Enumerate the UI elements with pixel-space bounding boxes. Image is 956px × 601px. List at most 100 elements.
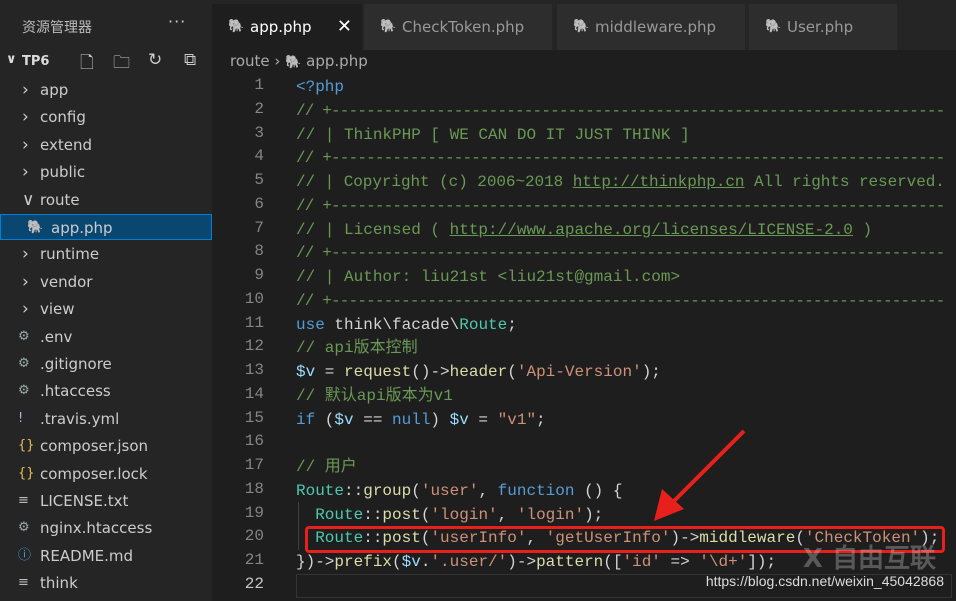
code-token[interactable]: http://www.apache.org/licenses/LICENSE-2… xyxy=(450,221,853,239)
project-header[interactable]: ∨ TP6 🗋 🗀 ↻ ⧉ xyxy=(0,50,212,74)
code-line[interactable]: })->prefix($v.'.user/')->pattern(['id' =… xyxy=(296,551,776,575)
code-token: // | ThinkPHP [ WE CAN DO IT JUST THINK … xyxy=(296,125,690,144)
tree-item-label: vendor xyxy=(40,272,93,291)
code-line[interactable]: // | Copyright (c) 2006~2018 http://thin… xyxy=(296,171,945,195)
line-number: 4 xyxy=(254,147,264,166)
code-line[interactable]: // api版本控制 xyxy=(296,337,418,361)
new-file-icon[interactable]: 🗋 xyxy=(80,50,94,79)
code-token: ([ xyxy=(603,553,623,572)
code-line[interactable]: Route::post('login', 'login'); xyxy=(296,504,603,528)
breadcrumb-folder[interactable]: route xyxy=(230,52,270,70)
tree-item-label: config xyxy=(40,108,86,127)
gear-icon: ⚙ xyxy=(18,520,30,536)
line-number: 3 xyxy=(254,123,264,142)
tab-bar: 🐘 app.php ✕ 🐘 CheckToken.php 🐘 middleware.php 🐘… xyxy=(212,0,956,50)
code-token: think\facade\ xyxy=(324,315,460,334)
tree-item--htaccess[interactable]: ⚙ .htaccess xyxy=(0,378,212,404)
code-token: () { xyxy=(574,481,623,500)
code-token: '.user/' xyxy=(430,553,508,572)
tree-item-vendor[interactable]: › vendor xyxy=(0,269,212,295)
code-token[interactable]: http://thinkphp.cn xyxy=(573,173,745,191)
code-token: '\d+' xyxy=(699,553,748,572)
code-token: $v xyxy=(401,553,421,572)
breadcrumb-file[interactable]: app.php xyxy=(306,52,368,70)
new-folder-icon[interactable]: 🗀 xyxy=(113,50,130,79)
tree-item-app-php[interactable]: 🐘 app.php xyxy=(0,214,212,240)
code-line[interactable]: // +------------------------------------… xyxy=(296,100,945,124)
code-token: )-> xyxy=(507,553,537,572)
tab-checktoken-php[interactable]: 🐘 CheckToken.php xyxy=(364,4,552,50)
tree-item-runtime[interactable]: › runtime xyxy=(0,241,212,267)
code-line[interactable]: // | ThinkPHP [ WE CAN DO IT JUST THINK … xyxy=(296,124,690,148)
code-line[interactable]: // 默认api版本为v1 xyxy=(296,385,453,409)
chevron-right-icon: › xyxy=(22,162,29,183)
tree-item--travis-yml[interactable]: ! .travis.yml xyxy=(0,406,212,432)
code-token: // | Licensed ( xyxy=(296,220,450,239)
code-line[interactable]: // | Licensed ( http://www.apache.org/li… xyxy=(296,219,872,243)
code-token: if xyxy=(296,410,316,429)
code-line[interactable]: // +------------------------------------… xyxy=(296,290,945,314)
code-line[interactable]: // +------------------------------------… xyxy=(296,242,945,266)
code-token: // | Author: liu21st <liu21st@gmail.com> xyxy=(296,268,681,287)
code-token: ( xyxy=(315,410,335,429)
code-token: })-> xyxy=(296,553,335,572)
tree-item-label: composer.json xyxy=(40,437,149,456)
code-line[interactable]: if ($v == null) $v = "v1"; xyxy=(296,409,546,433)
gear-icon: ⚙ xyxy=(18,328,30,344)
tree-item-license-txt[interactable]: ≡ LICENSE.txt xyxy=(0,488,212,514)
line-number: 1 xyxy=(254,76,264,94)
tree-item-app[interactable]: › app xyxy=(0,77,212,103)
php-elephant-icon: 🐘 xyxy=(285,55,302,70)
code-token: prefix xyxy=(334,553,393,572)
code-token: = xyxy=(315,363,345,382)
explorer-title: 资源管理器 xyxy=(22,20,92,36)
code-token: <?php xyxy=(296,78,345,96)
tree-item-composer-json[interactable]: {} composer.json xyxy=(0,433,212,459)
tab-app-php[interactable]: 🐘 app.php ✕ xyxy=(212,4,362,50)
code-token: pattern xyxy=(536,553,604,572)
tree-item--env[interactable]: ⚙ .env xyxy=(0,324,212,350)
line-number: 2 xyxy=(254,99,264,118)
tree-item-readme-md[interactable]: ⓘ README.md xyxy=(0,543,212,569)
tab-user-php[interactable]: 🐘 User.php xyxy=(749,4,897,50)
line-number: 14 xyxy=(244,384,264,403)
code-token: 'user' xyxy=(420,481,479,500)
code-line[interactable]: // +------------------------------------… xyxy=(296,147,945,171)
code-line[interactable]: // | Author: liu21st <liu21st@gmail.com> xyxy=(296,266,680,290)
line-number: 21 xyxy=(244,551,264,570)
tree-item-label: README.md xyxy=(40,546,134,565)
tab-middleware-php[interactable]: 🐘 middleware.php xyxy=(557,4,745,50)
close-icon[interactable]: ✕ xyxy=(337,4,352,50)
chevron-right-icon: › xyxy=(22,80,29,100)
tree-item-label: nginx.htaccess xyxy=(40,519,153,538)
code-line[interactable]: Route::group('user', function () { xyxy=(296,480,622,504)
code-line[interactable]: // 用户 xyxy=(296,456,357,480)
tree-item-public[interactable]: › public xyxy=(0,159,212,185)
more-actions-icon[interactable]: ··· xyxy=(168,12,186,31)
tree-item--gitignore[interactable]: ⚙ .gitignore xyxy=(0,351,212,377)
line-number: 11 xyxy=(244,313,264,332)
code-token: // 默认api版本为v1 xyxy=(296,386,453,405)
collapse-all-icon[interactable]: ⧉ xyxy=(184,50,196,70)
code-line[interactable]: <?php xyxy=(296,76,344,100)
code-token: ( xyxy=(507,363,517,382)
tree-item-nginx-htaccess[interactable]: ⚙ nginx.htaccess xyxy=(0,515,212,541)
php-elephant-icon: 🐘 xyxy=(228,19,245,34)
gear-icon: ⚙ xyxy=(18,356,30,371)
tree-item-composer-lock[interactable]: {} composer.lock xyxy=(0,461,212,487)
code-token: // +------------------------------------… xyxy=(296,196,945,215)
tree-item-think[interactable]: ≡ think xyxy=(0,570,212,596)
code-line[interactable]: $v = request()->header('Api-Version'); xyxy=(296,361,661,385)
line-number: 13 xyxy=(244,361,264,380)
line-number: 18 xyxy=(244,479,264,498)
php-elephant-icon: 🐘 xyxy=(573,19,590,34)
tree-item-view[interactable]: › view xyxy=(0,296,212,322)
code-token: :: xyxy=(363,505,383,524)
tree-item-route[interactable]: ∨ route xyxy=(0,187,212,213)
tree-item-config[interactable]: › config xyxy=(0,104,212,130)
code-token: ( xyxy=(420,505,431,524)
code-line[interactable]: use think\facade\Route; xyxy=(296,314,517,338)
code-line[interactable]: // +------------------------------------… xyxy=(296,195,945,219)
tree-item-extend[interactable]: › extend xyxy=(0,132,212,158)
refresh-icon[interactable]: ↻ xyxy=(148,50,162,70)
